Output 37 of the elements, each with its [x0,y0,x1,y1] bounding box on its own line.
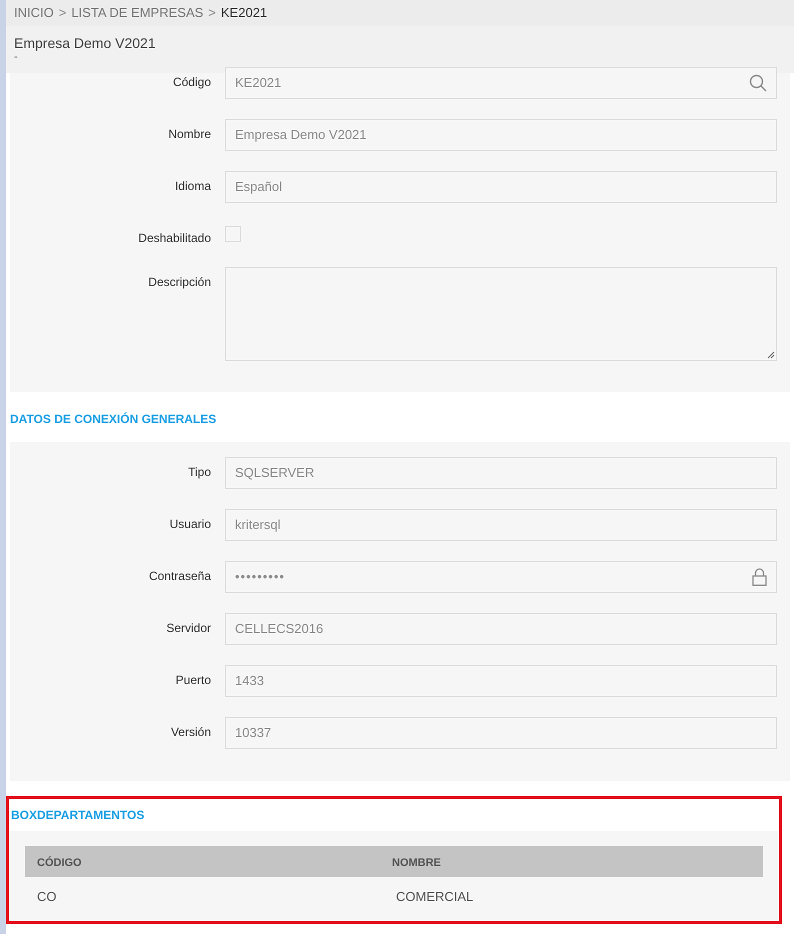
page-title: Empresa Demo V2021 [14,35,157,52]
input-field[interactable]: Español [225,171,777,203]
table-cell: COMERCIAL [396,889,474,904]
resize-grip-icon[interactable] [767,351,775,359]
field-label: Deshabilitado [138,231,211,245]
field-label: Código [172,75,211,89]
field-label: Nombre [168,127,211,141]
breadcrumb-separator: > [208,4,216,22]
breadcrumb-link[interactable]: INICIO [14,3,54,23]
field-label: Usuario [170,517,211,531]
breadcrumb-separator: > [58,4,66,22]
checkbox[interactable] [225,226,241,242]
field-label: Servidor [166,621,211,635]
column-header: NOMBRE [392,856,441,868]
input-field[interactable]: SQLSERVER [225,457,777,489]
field-label: Tipo [188,465,211,479]
field-label: Puerto [176,673,211,687]
field-label: Contraseña [148,569,211,583]
input-field[interactable]: kritersql [225,509,777,541]
search-icon[interactable] [749,74,767,92]
field-label: Versión [170,725,211,739]
section-heading: DATOS DE CONEXIÓN GENERALES [10,411,216,428]
input-field[interactable]: 10337 [225,717,777,749]
section-heading: BOXDEPARTAMENTOS [11,807,144,824]
input-field[interactable]: CELLECS2016 [225,613,777,645]
input-field[interactable]: 1433 [225,665,777,697]
breadcrumb-link[interactable]: KE2021 [220,3,268,23]
lock-icon [752,568,767,586]
input-field[interactable]: Empresa Demo V2021 [225,119,777,151]
input-field[interactable]: ••••••••• [225,561,777,593]
page-subtitle: - [14,52,19,63]
input-field[interactable]: KE2021 [225,67,777,99]
field-label: Idioma [174,179,211,193]
table-cell: CO [37,889,56,904]
column-header: CÓDIGO [37,856,82,868]
field-label: Descripción [148,275,211,289]
breadcrumb-link[interactable]: LISTA DE EMPRESAS [71,3,204,23]
